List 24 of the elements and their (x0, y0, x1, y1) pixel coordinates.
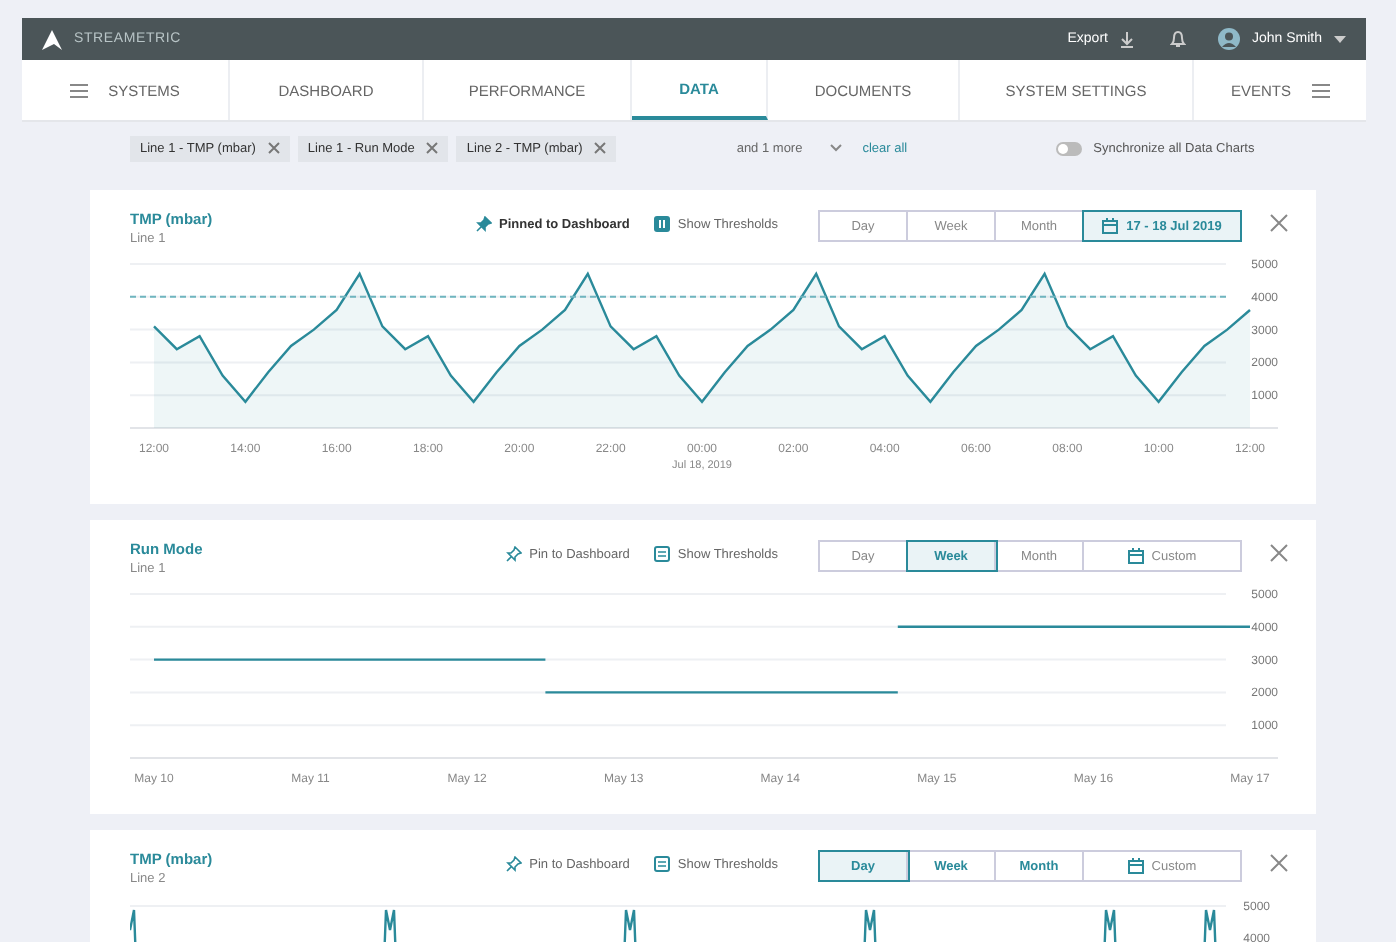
calendar-icon (1127, 548, 1144, 564)
thresholds-icon (653, 856, 670, 872)
pin-icon (475, 216, 492, 232)
pin-icon (505, 546, 522, 562)
close-icon[interactable] (1270, 214, 1288, 232)
avatar-icon[interactable] (1217, 28, 1240, 50)
caret-icon[interactable] (1334, 35, 1346, 43)
calendar-icon (1102, 218, 1119, 234)
chevron-down-icon[interactable] (830, 144, 843, 152)
bell-icon[interactable] (1169, 30, 1186, 48)
close-icon[interactable] (267, 142, 280, 154)
logo-icon (42, 29, 62, 49)
thresholds-icon (653, 546, 670, 562)
close-icon[interactable] (426, 142, 439, 154)
close-icon[interactable] (594, 142, 607, 154)
pin-icon (505, 856, 522, 872)
sync-toggle[interactable] (1055, 141, 1082, 155)
calendar-icon (1127, 858, 1144, 874)
close-icon[interactable] (1270, 544, 1288, 562)
close-icon[interactable] (1270, 854, 1288, 872)
download-icon[interactable] (1119, 31, 1134, 47)
menu-icon[interactable] (70, 83, 89, 97)
menu-icon[interactable] (1311, 83, 1329, 97)
thresholds-icon (653, 216, 670, 232)
